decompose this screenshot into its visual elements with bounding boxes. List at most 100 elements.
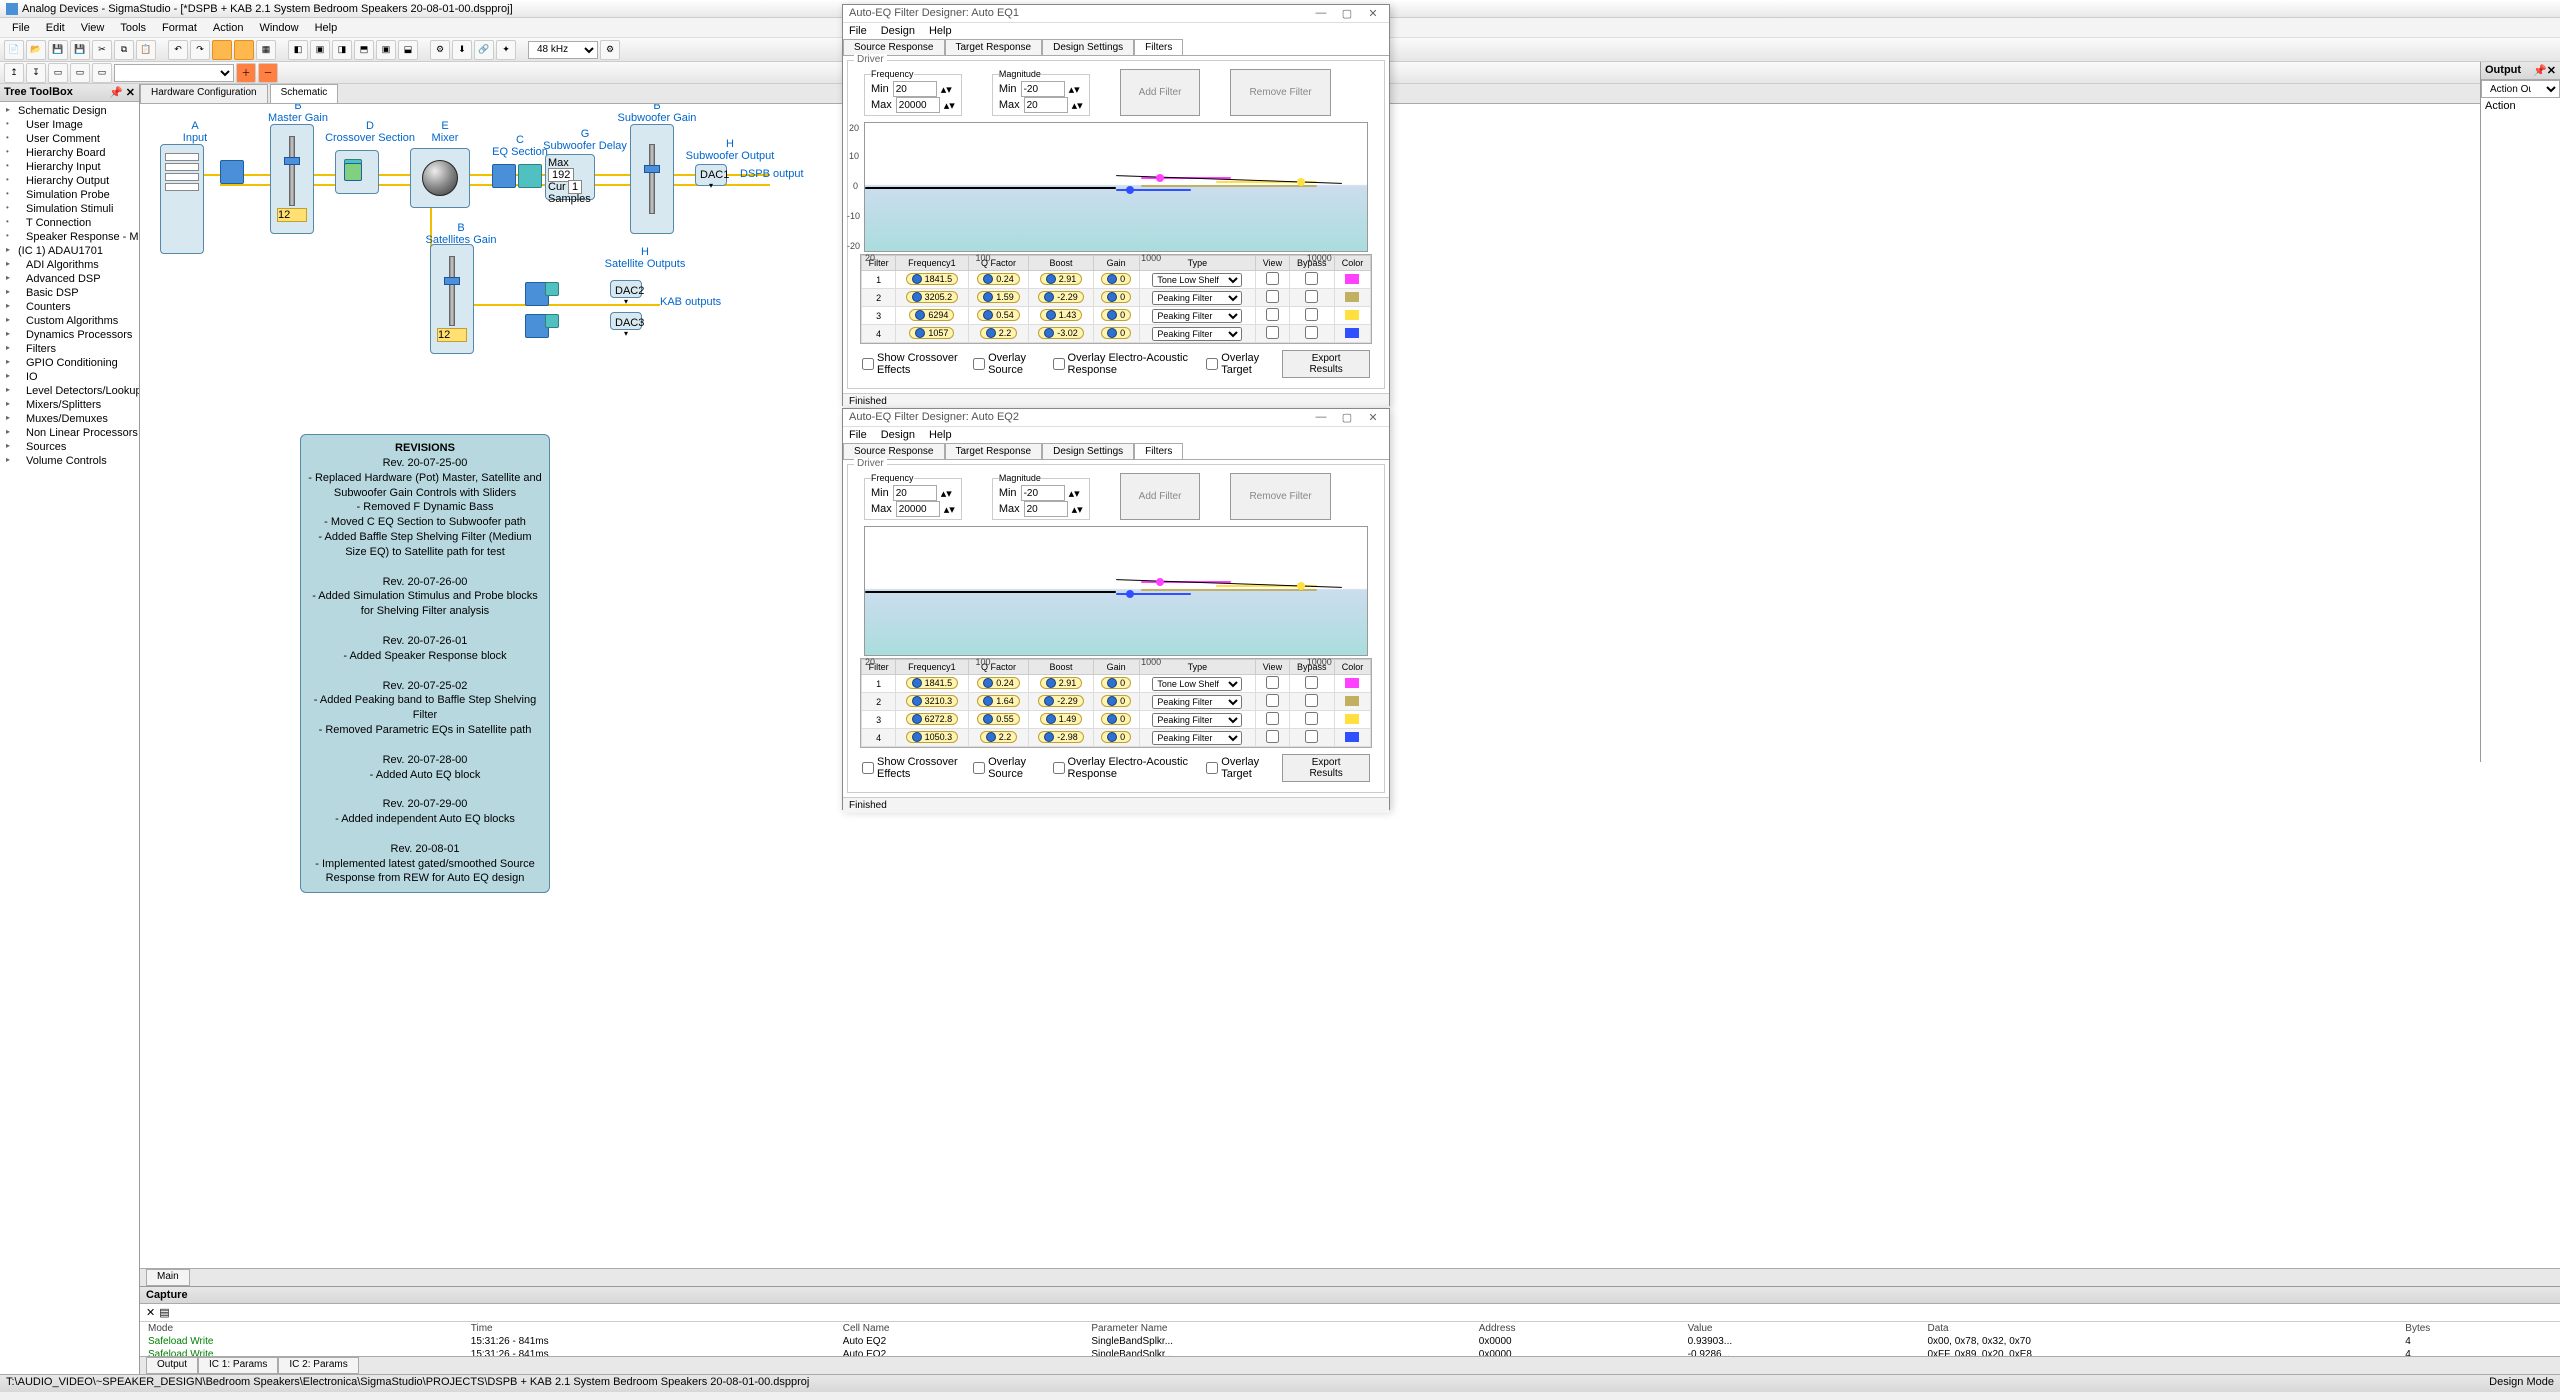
freq-min-input[interactable] — [893, 81, 937, 97]
download-icon[interactable]: ⬇ — [452, 40, 472, 60]
filter-bypass-checkbox[interactable] — [1305, 676, 1318, 689]
auto-eq2-probe[interactable] — [545, 314, 559, 328]
tree-item[interactable]: Hierarchy Board — [2, 146, 137, 160]
filter-view-checkbox[interactable] — [1266, 326, 1279, 339]
filter-view-checkbox[interactable] — [1266, 712, 1279, 725]
undo-icon[interactable]: ↶ — [168, 40, 188, 60]
close-icon[interactable]: ✕ — [1363, 7, 1383, 20]
aq-menu-design[interactable]: Design — [881, 25, 915, 37]
filter-type-select[interactable]: Peaking Filter — [1152, 731, 1242, 745]
mag-max-input[interactable] — [1024, 97, 1068, 113]
block-input[interactable] — [160, 144, 204, 254]
aq-menu-file[interactable]: File — [849, 429, 867, 441]
aq-menu-file[interactable]: File — [849, 25, 867, 37]
block-master-gain[interactable]: 12 — [270, 124, 314, 234]
auto-eq1-probe[interactable] — [545, 282, 559, 296]
align-right-icon[interactable]: ◨ — [332, 40, 352, 60]
tb2-minus-icon[interactable]: － — [258, 63, 278, 83]
export-button[interactable]: Export Results — [1282, 350, 1370, 378]
tb2-a[interactable]: ↥ — [4, 63, 24, 83]
align-center-icon[interactable]: ▣ — [310, 40, 330, 60]
sample-rate-select[interactable]: 48 kHz — [528, 41, 598, 59]
block-dac3[interactable]: DAC3 ▾ — [610, 312, 642, 330]
tab-hardware[interactable]: Hardware Configuration — [140, 84, 268, 103]
tree-item[interactable]: Basic DSP — [2, 286, 137, 300]
mag-min-input[interactable] — [1021, 485, 1065, 501]
tree-item[interactable]: Simulation Probe — [2, 188, 137, 202]
freq-min-input[interactable] — [893, 485, 937, 501]
tb-orange-2[interactable] — [234, 40, 254, 60]
tab-main[interactable]: Main — [146, 1269, 190, 1286]
aq-tab-target[interactable]: Target Response — [945, 443, 1043, 459]
filter-bypass-checkbox[interactable] — [1305, 730, 1318, 743]
aq-tab-source[interactable]: Source Response — [843, 39, 945, 55]
block-eq-2[interactable] — [518, 164, 542, 188]
block-crossover[interactable] — [335, 150, 379, 194]
block-sub-output[interactable]: DAC1 ▾ — [695, 164, 727, 186]
tree-item[interactable]: Simulation Stimuli — [2, 202, 137, 216]
open-icon[interactable]: 📂 — [26, 40, 46, 60]
filter-type-select[interactable]: Peaking Filter — [1152, 309, 1242, 323]
aq-menu-design[interactable]: Design — [881, 429, 915, 441]
filter-bypass-checkbox[interactable] — [1305, 326, 1318, 339]
tree-item[interactable]: Volume Controls — [2, 454, 137, 468]
block-sub-gain[interactable] — [630, 124, 674, 234]
aq-tab-target[interactable]: Target Response — [945, 39, 1043, 55]
output-combo[interactable]: Action Output — [2481, 80, 2560, 98]
menu-window[interactable]: Window — [251, 20, 306, 36]
filter-row[interactable]: 23210.31.64-2.290Peaking Filter — [862, 693, 1371, 711]
filter-type-select[interactable]: Peaking Filter — [1152, 291, 1242, 305]
tree-item[interactable]: Filters — [2, 342, 137, 356]
tree-item[interactable]: User Comment — [2, 132, 137, 146]
tree-item[interactable]: Speaker Response - MLSSA — [2, 230, 137, 244]
tb2-plus-icon[interactable]: ＋ — [236, 63, 256, 83]
tab-output[interactable]: Output — [146, 1357, 198, 1374]
new-icon[interactable]: 📄 — [4, 40, 24, 60]
tree-item[interactable]: Non Linear Processors — [2, 426, 137, 440]
filter-view-checkbox[interactable] — [1266, 272, 1279, 285]
revisions-note[interactable]: REVISIONS Rev. 20-07-25-00- Replaced Har… — [300, 434, 550, 893]
hierarchy-select[interactable] — [114, 64, 234, 82]
compile-icon[interactable]: ⚙ — [430, 40, 450, 60]
remove-filter-button[interactable]: Remove Filter — [1230, 69, 1330, 116]
filter-type-select[interactable]: Peaking Filter — [1152, 713, 1242, 727]
tb-gear-icon[interactable]: ⚙ — [600, 40, 620, 60]
filter-view-checkbox[interactable] — [1266, 676, 1279, 689]
mag-min-input[interactable] — [1021, 81, 1065, 97]
export-button[interactable]: Export Results — [1282, 754, 1370, 782]
filter-type-select[interactable]: Tone Low Shelf — [1152, 677, 1242, 691]
autoeq2-window[interactable]: Auto-EQ Filter Designer: Auto EQ2 —▢✕ Fi… — [842, 408, 1390, 810]
capture-filter-icon[interactable]: ▤ — [159, 1306, 169, 1319]
tree-item[interactable]: T Connection — [2, 216, 137, 230]
filter-row[interactable]: 362940.541.430Peaking Filter — [862, 307, 1371, 325]
tree-item[interactable]: Mixers/Splitters — [2, 398, 137, 412]
close-icon[interactable]: ✕ — [1363, 411, 1383, 424]
tb2-b[interactable]: ↧ — [26, 63, 46, 83]
aq-menu-help[interactable]: Help — [929, 25, 952, 37]
cb-target[interactable] — [1206, 358, 1218, 370]
paste-icon[interactable]: 📋 — [136, 40, 156, 60]
block-sat-gain[interactable]: 12 — [430, 244, 474, 354]
autoeq1-graph[interactable]: 20 10 0 -10 -20 20 100 1000 10000 — [864, 122, 1368, 252]
aq-tab-design[interactable]: Design Settings — [1042, 443, 1134, 459]
autoeq1-window[interactable]: Auto-EQ Filter Designer: Auto EQ1 —▢✕ Fi… — [842, 4, 1390, 406]
aq-tab-design[interactable]: Design Settings — [1042, 39, 1134, 55]
tb2-d[interactable]: ▭ — [70, 63, 90, 83]
cb-crossover[interactable] — [862, 762, 874, 774]
tree-item[interactable]: Custom Algorithms — [2, 314, 137, 328]
tree-item[interactable]: Level Detectors/Lookup Tables — [2, 384, 137, 398]
menu-file[interactable]: File — [4, 20, 38, 36]
tree-item[interactable]: Counters — [2, 300, 137, 314]
tab-schematic[interactable]: Schematic — [270, 84, 339, 103]
freq-max-input[interactable] — [896, 97, 940, 113]
tb-misc-icon[interactable]: ✦ — [496, 40, 516, 60]
tree-pin-icon[interactable]: 📌 ✕ — [109, 86, 135, 99]
filter-bypass-checkbox[interactable] — [1305, 712, 1318, 725]
aq-tab-filters[interactable]: Filters — [1134, 39, 1183, 55]
mixer-knob[interactable] — [422, 160, 458, 196]
save-icon[interactable]: 💾 — [48, 40, 68, 60]
aq-tab-filters[interactable]: Filters — [1134, 443, 1183, 459]
block-eq[interactable] — [492, 164, 516, 188]
filter-type-select[interactable]: Peaking Filter — [1152, 695, 1242, 709]
align-top-icon[interactable]: ⬒ — [354, 40, 374, 60]
